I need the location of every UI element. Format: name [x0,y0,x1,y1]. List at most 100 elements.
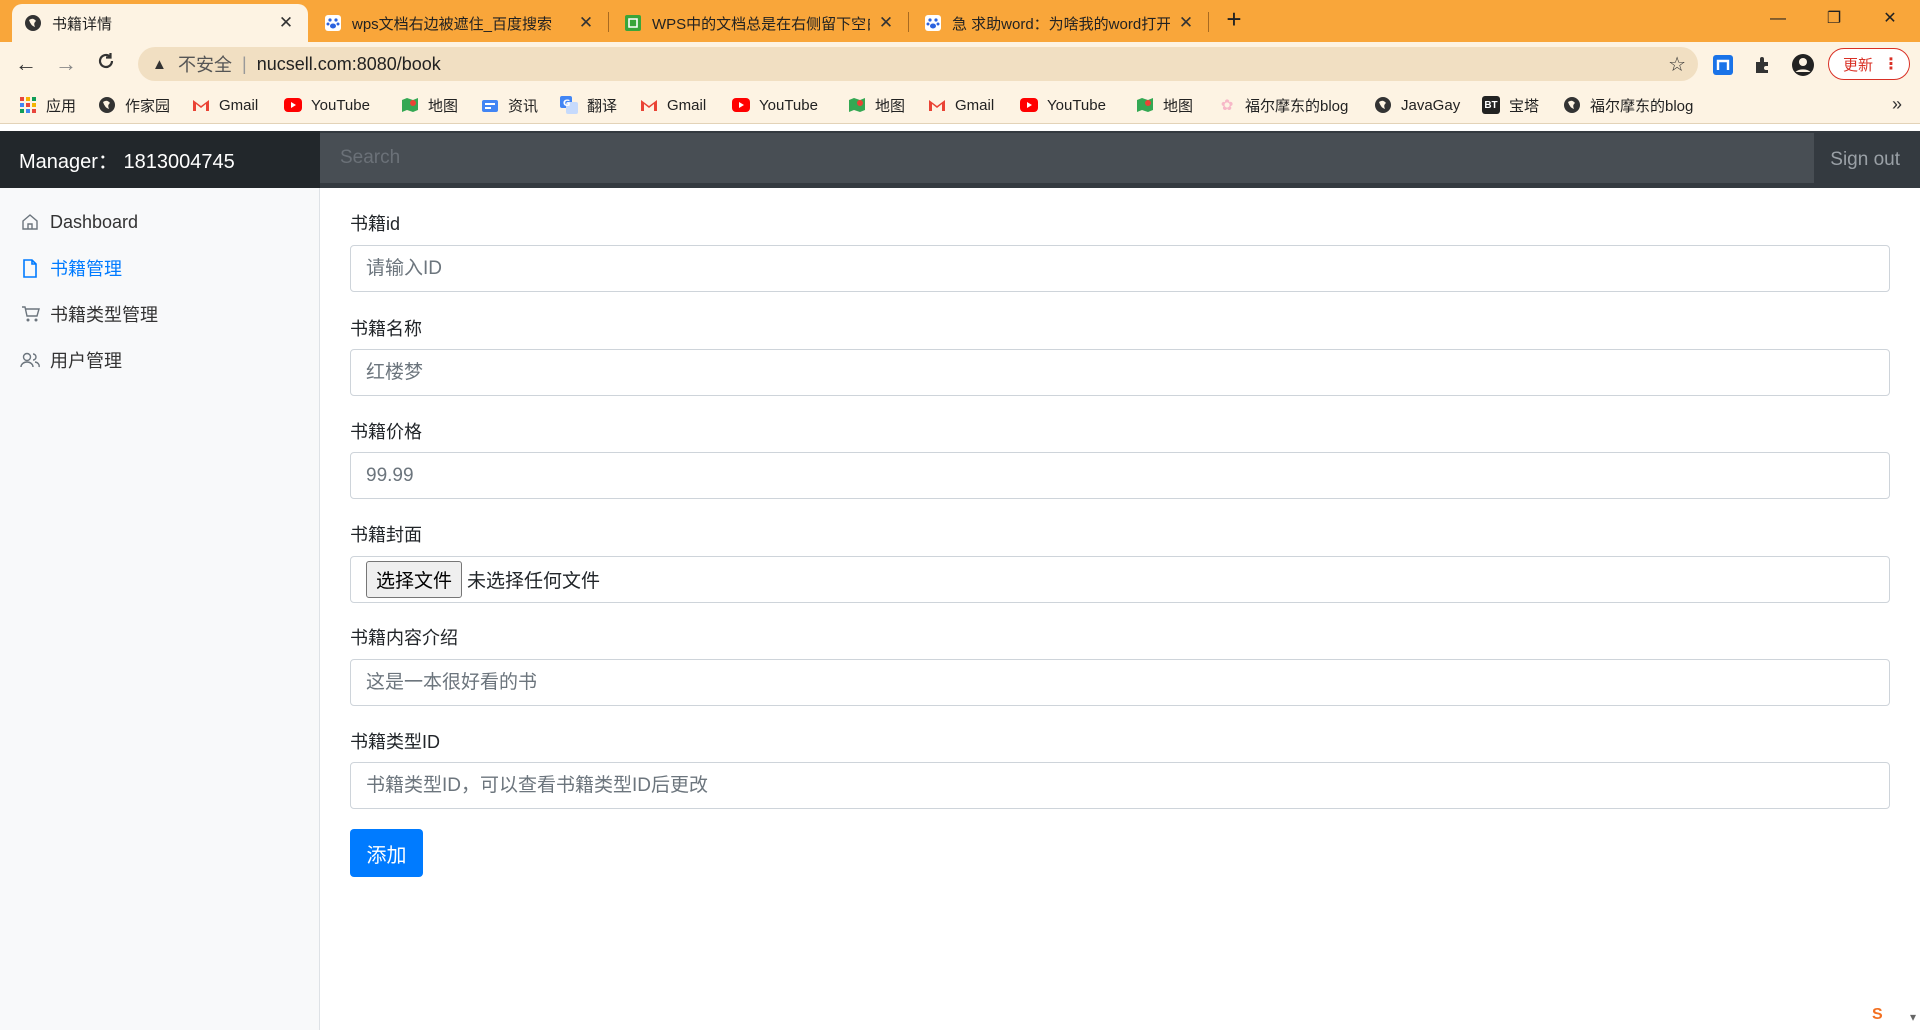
sidebar-item-dashboard[interactable]: Dashboard [20,207,138,237]
tab-divider [1208,12,1209,32]
bookmark-gmail-2[interactable]: Gmail [640,86,706,124]
sign-out-link[interactable]: Sign out [1830,131,1900,188]
book-id-label: 书籍id [350,214,401,234]
baidu-paw-icon [324,14,342,32]
translate-icon: G [560,96,578,114]
address-bar[interactable]: ▲ 不安全 | nucsell.com:8080/book ☆ [138,47,1698,81]
book-type-id-input[interactable] [350,762,1890,809]
browser-tab-bar: 书籍详情 ✕ wps文档右边被遮住_百度搜索 ✕ WPS中的文档总是在右侧留下空… [0,0,1920,42]
search-input[interactable] [320,133,1814,183]
tab-divider [608,12,609,32]
sidebar-item-book-management[interactable]: 书籍管理 [20,253,122,283]
reload-icon [98,53,114,69]
choose-file-button[interactable]: 选择文件 [366,561,463,598]
gmail-icon [928,96,946,114]
tab-book-details[interactable]: 书籍详情 ✕ [12,4,308,42]
globe-icon [1374,96,1392,114]
bookmark-gmail[interactable]: Gmail [192,86,258,124]
maps-icon [848,96,866,114]
close-window-button[interactable]: ✕ [1862,0,1918,38]
bookmark-zuojiayuan[interactable]: 作家园 [98,86,170,124]
bookmark-maps[interactable]: 地图 [401,86,458,124]
close-icon[interactable]: ✕ [876,13,896,33]
extensions-puzzle-icon[interactable] [1750,52,1776,78]
globe-icon [98,96,116,114]
bookmark-blog-2[interactable]: 福尔摩东的blog [1563,86,1693,124]
close-icon[interactable]: ✕ [276,13,296,33]
bookmark-youtube-2[interactable]: YouTube [732,86,818,124]
bookmark-javagay[interactable]: JavaGay [1374,86,1460,124]
maps-icon [1136,96,1154,114]
book-id-input[interactable] [350,245,1890,292]
warning-icon: ▲ [152,55,167,73]
more-menu-icon: ⋮ [1883,56,1899,73]
users-icon [20,350,40,370]
baidu-paw-icon [924,14,942,32]
close-icon[interactable]: ✕ [1176,13,1196,33]
update-button[interactable]: 更新 ⋮ [1828,48,1910,80]
book-name-input[interactable] [350,349,1890,396]
globe-icon [1563,96,1581,114]
youtube-icon [732,96,750,114]
extension-blue-icon[interactable] [1710,52,1736,78]
new-tab-button[interactable]: + [1220,6,1248,34]
gmail-icon [192,96,210,114]
home-icon [20,212,40,232]
chevron-down-icon[interactable]: ▾ [1910,1010,1916,1024]
manager-brand[interactable]: Manager： 1813004745 [0,131,320,188]
security-label: 不安全 [178,55,232,75]
book-price-label: 书籍价格 [350,422,422,442]
tab-divider [908,12,909,32]
profile-avatar-icon[interactable] [1790,52,1816,78]
sidebar-item-book-type-management[interactable]: 书籍类型管理 [20,299,158,329]
back-button[interactable]: ← [12,50,40,78]
forward-button[interactable]: → [52,50,80,78]
restore-button[interactable]: ❐ [1806,0,1862,38]
book-cover-label: 书籍封面 [350,525,422,545]
file-icon [20,258,40,278]
url-text[interactable]: nucsell.com:8080/book [257,54,441,75]
app-navbar: Manager： 1813004745 Sign out [0,131,1920,188]
book-name-label: 书籍名称 [350,319,422,339]
youtube-icon [1020,96,1038,114]
tab-word-help[interactable]: 急 求助word：为啥我的word打开 ✕ [912,4,1208,42]
close-icon[interactable]: ✕ [576,13,596,33]
sogou-ime-icon[interactable]: S [1872,1006,1894,1026]
reload-button[interactable] [92,50,120,78]
add-button[interactable]: 添加 [350,829,423,877]
bookmark-maps-3[interactable]: 地图 [1136,86,1193,124]
bookmark-star-icon[interactable]: ☆ [1668,52,1686,77]
bt-icon: BT [1482,96,1500,114]
gmail-icon [640,96,658,114]
bookmark-youtube-3[interactable]: YouTube [1020,86,1106,124]
bookmarks-bar: 应用 作家园 Gmail YouTube 地图 资讯 G 翻译 Gmail Yo… [0,86,1920,124]
minimize-button[interactable]: — [1750,0,1806,38]
sidebar-item-user-management[interactable]: 用户管理 [20,345,122,375]
apps-grid-icon [19,96,37,114]
bookmark-gmail-3[interactable]: Gmail [928,86,994,124]
bookmark-apps[interactable]: 应用 [19,86,76,124]
sidebar: Dashboard 书籍管理 书籍类型管理 用户管理 [0,188,320,1030]
bookmark-translate[interactable]: G 翻译 [560,86,617,124]
maps-icon [401,96,419,114]
bookmark-youtube[interactable]: YouTube [284,86,370,124]
book-cover-file-input: 选择文件 未选择任何文件 [350,556,1890,603]
book-price-input[interactable] [350,452,1890,499]
tab-baidu-search[interactable]: wps文档右边被遮住_百度搜索 ✕ [312,4,608,42]
book-intro-input[interactable] [350,659,1890,706]
globe-icon [24,14,42,32]
green-app-icon [624,14,642,32]
cart-icon [20,304,40,324]
tab-wps-question[interactable]: WPS中的文档总是在右侧留下空白 ✕ [612,4,908,42]
bookmark-baota[interactable]: BT 宝塔 [1482,86,1539,124]
browser-toolbar: ← → ▲ 不安全 | nucsell.com:8080/book ☆ 更新 ⋮ [0,42,1920,86]
bookmark-news[interactable]: 资讯 [481,86,538,124]
svg-text:G: G [563,99,570,109]
bookmark-blog[interactable]: ✿ 福尔摩东的blog [1218,86,1349,124]
news-icon [481,96,499,114]
bookmark-maps-2[interactable]: 地图 [848,86,905,124]
flower-icon: ✿ [1220,97,1234,114]
book-type-id-label: 书籍类型ID [350,732,440,752]
chevron-right-double-icon[interactable]: » [1892,94,1902,115]
youtube-icon [284,96,302,114]
